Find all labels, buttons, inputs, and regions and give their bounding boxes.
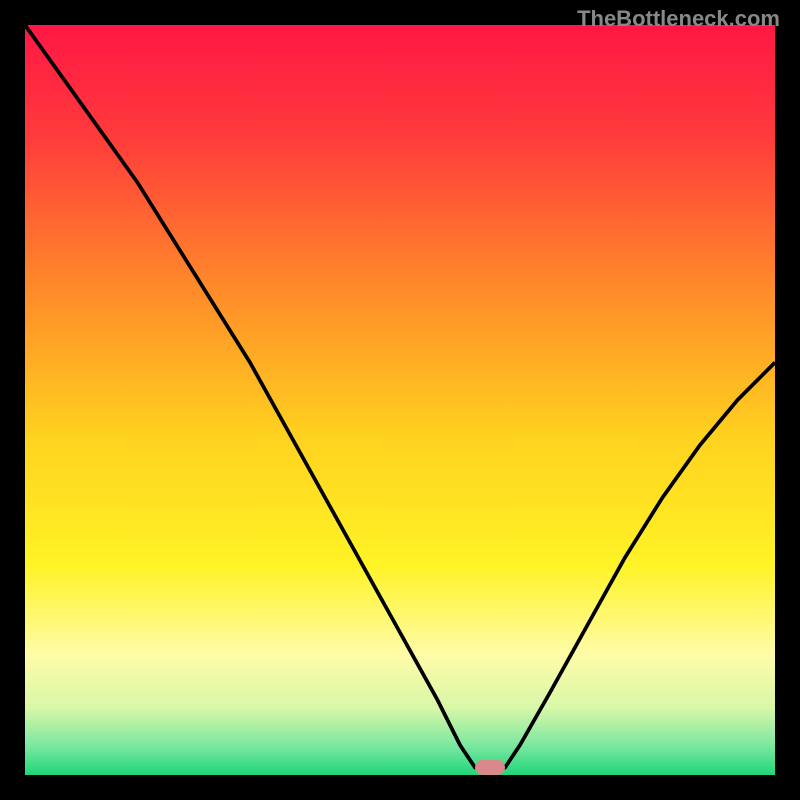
bottleneck-curve — [25, 25, 775, 775]
optimal-marker — [475, 760, 505, 775]
chart-container: TheBottleneck.com — [0, 0, 800, 800]
plot-area — [25, 25, 775, 775]
watermark-text: TheBottleneck.com — [577, 6, 780, 32]
